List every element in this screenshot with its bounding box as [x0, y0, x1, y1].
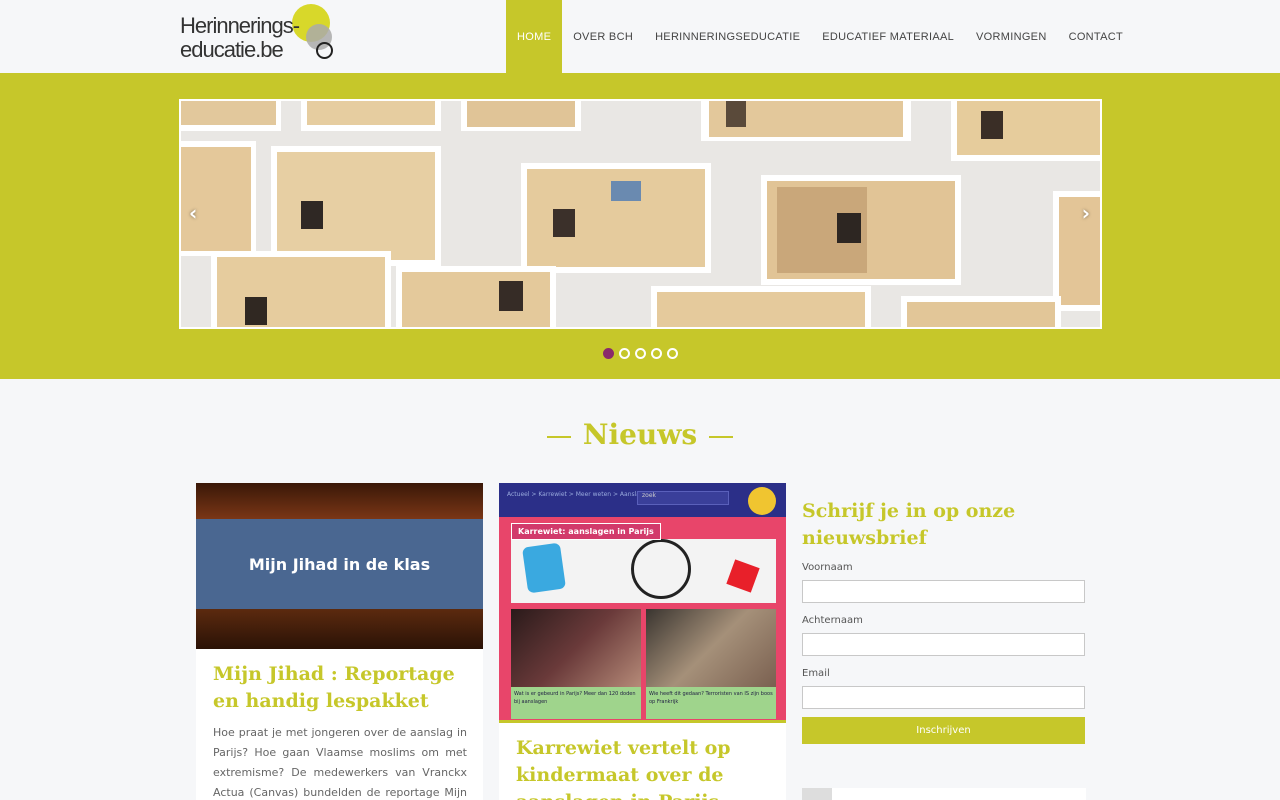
nav-contact[interactable]: CONTACT: [1058, 0, 1134, 73]
title-dash-left: [546, 435, 571, 438]
slider-prev-arrow-icon[interactable]: ‹: [189, 201, 197, 225]
karrewiet-banner: [511, 539, 776, 603]
firstname-label: Voornaam: [802, 562, 853, 573]
news-card-title[interactable]: Mijn Jihad : Reportage en handig lespakk…: [196, 649, 483, 715]
newsletter-lastname-row: Achternaam: [802, 615, 1086, 656]
image-slider[interactable]: ‹ ›: [179, 99, 1102, 329]
nav-educatief-materiaal[interactable]: EDUCATIEF MATERIAAL: [811, 0, 965, 73]
slider-next-arrow-icon[interactable]: ›: [1082, 201, 1090, 225]
logo-line-1: Herinnerings-: [180, 13, 300, 38]
logo-ring: [316, 42, 333, 59]
id-card-frame: [396, 266, 556, 327]
newsletter-title: Schrijf je in op onze nieuwsbrief: [802, 500, 1016, 549]
nav-over-bch[interactable]: OVER BCH: [562, 0, 644, 73]
id-card-frame: [211, 251, 391, 327]
karrewiet-label: Karrewiet: aanslagen in Parijs: [511, 523, 661, 540]
id-card-frame: [301, 101, 441, 131]
id-card-frame: [901, 296, 1061, 327]
lastname-label: Achternaam: [802, 615, 863, 626]
hexagon-icon: [726, 559, 760, 593]
logo-line-2: educatie.be: [180, 37, 284, 62]
lastname-input[interactable]: [802, 633, 1085, 656]
slider-dot-5[interactable]: [667, 348, 678, 359]
logo-text: Herinnerings- educatie.be: [180, 13, 300, 62]
id-card-frame: [1053, 191, 1100, 311]
id-card-frame: [951, 101, 1100, 161]
karrewiet-caption-2: Wie heeft dit gedaan? Terroristen van IS…: [646, 687, 776, 719]
email-label: Email: [802, 668, 830, 679]
newsletter-signup: Schrijf je in op onze nieuwsbrief Voorna…: [802, 498, 1086, 744]
nav-herinneringseducatie[interactable]: HERINNERINGSEDUCATIE: [644, 0, 811, 73]
newsletter-email-row: Email: [802, 668, 1086, 709]
newsletter-firstname-row: Voornaam: [802, 562, 1086, 603]
sidebar-next-widget: [802, 788, 1086, 800]
nav-home[interactable]: HOME: [506, 0, 563, 73]
slider-dot-4[interactable]: [651, 348, 662, 359]
nav-vormingen[interactable]: VORMINGEN: [965, 0, 1058, 73]
peace-eiffel-icon: [631, 539, 691, 599]
karrewiet-search: zoek: [637, 491, 729, 505]
id-card-frame: [761, 175, 961, 285]
image-bottom-band: [196, 609, 483, 649]
firstname-input[interactable]: [802, 580, 1085, 603]
karrewiet-caption-1: Wat is er gebeurd in Parijs? Meer dan 12…: [511, 687, 641, 719]
slider-pagination: [603, 348, 678, 359]
site-header: Herinnerings- educatie.be HOME OVER BCH …: [0, 0, 1280, 73]
karrewiet-k-icon: [521, 542, 567, 594]
karrewiet-photo-1: [511, 609, 641, 687]
news-card-image[interactable]: Actueel > Karrewiet > Meer weten > Aansl…: [499, 483, 786, 723]
subscribe-button[interactable]: Inschrijven: [802, 717, 1085, 744]
widget-thumbnail: [802, 788, 832, 800]
site-logo[interactable]: Herinnerings- educatie.be: [180, 4, 340, 66]
id-card-frame: [461, 101, 581, 131]
slider-dot-1[interactable]: [603, 348, 614, 359]
slider-dot-2[interactable]: [619, 348, 630, 359]
news-section-title: Nieuws: [0, 418, 1280, 451]
image-overlay-text: Mijn Jihad in de klas: [196, 519, 483, 609]
hero-banner: ‹ ›: [0, 73, 1280, 379]
email-input[interactable]: [802, 686, 1085, 709]
news-card-image[interactable]: Mijn Jihad in de klas: [196, 483, 483, 649]
slide-image-id-cards: [181, 101, 1100, 327]
title-dash-right: [709, 435, 734, 438]
news-card-excerpt: Hoe praat je met jongeren over de aansla…: [213, 726, 467, 799]
id-card-frame: [521, 163, 711, 273]
karrewiet-logo-icon: [748, 487, 776, 515]
news-card-karrewiet[interactable]: Actueel > Karrewiet > Meer weten > Aansl…: [499, 483, 786, 800]
karrewiet-photo-2: [646, 609, 776, 687]
karrewiet-body: Karrewiet: aanslagen in Parijs Wat is er…: [499, 517, 786, 720]
id-card-frame: [701, 101, 911, 141]
image-top-band: [196, 483, 483, 519]
karrewiet-header: Actueel > Karrewiet > Meer weten > Aansl…: [499, 483, 786, 517]
id-card-frame: [181, 101, 281, 131]
slider-dot-3[interactable]: [635, 348, 646, 359]
main-nav: HOME OVER BCH HERINNERINGSEDUCATIE EDUCA…: [506, 0, 1134, 73]
news-card-mijn-jihad[interactable]: Mijn Jihad in de klas Mijn Jihad : Repor…: [196, 483, 483, 800]
id-card-frame: [651, 286, 871, 327]
news-title-text: Nieuws: [582, 418, 698, 451]
id-card-frame: [271, 146, 441, 266]
id-card-frame: [181, 141, 256, 256]
news-card-title[interactable]: Karrewiet vertelt op kindermaat over de …: [499, 723, 786, 800]
